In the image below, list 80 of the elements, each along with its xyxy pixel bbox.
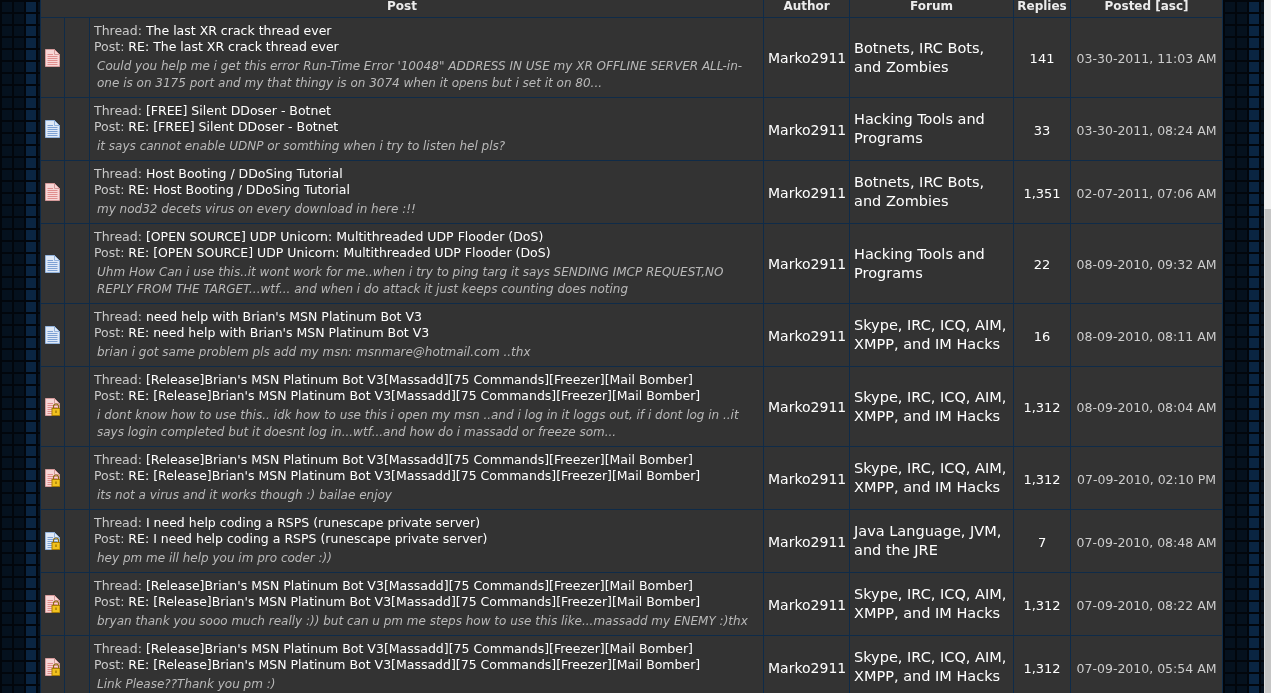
post-link[interactable]: RE: [Release]Brian's MSN Platinum Bot V3[Massadd][75 Commands][Freezer][Mail Bomber] [128,594,701,609]
post-preview: i dont know how to use this.. idk how to use this i open my msn ..and i log in it loggs out, if i dont log in ..it says login completed but it doesnt log in...wtf...and how do i massadd or freeze som... [96,407,740,441]
post-label: Post: [94,182,125,197]
reply-count: 1,312 [1023,471,1061,487]
thread-link[interactable]: Host Booting / DDoSing Tutorial [145,166,343,181]
post-link[interactable]: RE: Host Booting / DDoSing Tutorial [128,182,350,197]
post-date: 03-30-2011, 11:03 AM [1076,51,1217,66]
scrollbar[interactable] [1264,0,1271,693]
post-preview: bryan thank you sooo much really :)) but can u pm me steps how to use this like...massadd my ENEMY :)thx [96,613,749,630]
post-date: 08-09-2010, 09:32 AM [1076,257,1217,272]
post-date: 03-30-2011, 08:24 AM [1076,122,1217,138]
column-header[interactable]: Posted [asc] [1070,0,1223,18]
post-label: Post: [94,39,125,54]
post-link[interactable]: RE: [Release]Brian's MSN Platinum Bot V3[Massadd][75 Commands][Freezer][Mail Bomber] [128,657,701,672]
post-link[interactable]: RE: [OPEN SOURCE] UDP Unicorn: Multithreaded UDP Flooder (DoS) [128,245,551,260]
thread-label: Thread: [94,452,142,467]
author-link[interactable]: Marko2911 [768,50,847,66]
author-link[interactable]: Marko2911 [768,399,847,415]
reply-count: 1,312 [1023,597,1061,613]
post-preview: it says cannot enable UDNP or somthing when i try to listen hel pls? [96,138,507,155]
post-preview: Link Please??Thank you pm :) [96,676,277,693]
thread-link[interactable]: The last XR crack thread ever [145,23,332,38]
thread-label: Thread: [94,515,142,530]
post-link[interactable]: RE: [Release]Brian's MSN Platinum Bot V3[Massadd][75 Commands][Freezer][Mail Bomber] [128,468,701,483]
post-preview: my nod32 decets virus on every download in here :!! [96,201,417,218]
post-date: 02-07-2011, 07:06 AM [1076,185,1217,201]
post-preview: Uhm How Can i use this..it wont work for me..when i try to ping targ it says SENDING IMCP REQUEST,NO REPLY FROM THE TARGET...wtf... and when i do attack it just keeps counting does noting [96,264,725,298]
column-header[interactable]: Post [40,0,764,18]
post-preview: hey pm me ill help you im pro coder :)) [96,550,333,567]
post-date: 08-09-2010, 08:11 AM [1076,328,1217,344]
post-preview: its not a virus and it works though :) bailae enjoy [96,487,393,504]
thread-link[interactable]: need help with Brian's MSN Platinum Bot V3 [145,309,422,324]
thread-link[interactable]: [FREE] Silent DDoser - Botnet [145,103,331,118]
reply-count: 1,312 [1023,400,1061,415]
post-label: Post: [94,657,125,672]
reply-count: 33 [1033,122,1051,138]
thread-label: Thread: [94,309,142,324]
thread-label: Thread: [94,103,142,118]
thread-label: Thread: [94,372,142,387]
post-link[interactable]: RE: The last XR crack thread ever [128,39,339,54]
thread-link[interactable]: I need help coding a RSPS (runescape private server) [145,515,481,530]
scrollbar-thumb[interactable] [1264,209,1271,693]
post-link[interactable]: RE: I need help coding a RSPS (runescape private server) [128,531,488,546]
thread-link[interactable]: [OPEN SOURCE] UDP Unicorn: Multithreaded UDP Flooder (DoS) [145,229,544,244]
post-preview: Could you help me i get this error Run-Time Error '10048" ADDRESS IN USE my XR OFFLINE SERVER ALL-in-one is on 3175 port and my that thingy is on 3074 when it opens but i set it on 80... [96,58,744,92]
post-label: Post: [94,119,125,134]
reply-count: 1,312 [1023,660,1061,676]
post-label: Post: [94,531,125,546]
post-date: 07-09-2010, 05:54 AM [1076,660,1217,676]
thread-label: Thread: [94,641,142,656]
post-date: 08-09-2010, 08:04 AM [1076,400,1217,415]
column-header[interactable]: Forum [849,0,1014,18]
post-label: Post: [94,325,125,340]
thread-label: Thread: [94,578,142,593]
post-date: 07-09-2010, 08:22 AM [1076,597,1217,613]
thread-label: Thread: [94,229,142,244]
post-date: 07-09-2010, 08:48 AM [1076,534,1217,550]
column-header[interactable]: Replies [1013,0,1071,18]
thread-label: Thread: [94,23,142,38]
post-preview: brian i got same problem pls add my msn: msnmare@hotmail.com ..thx [96,344,532,361]
author-link[interactable]: Marko2911 [768,256,847,272]
post-date: 07-09-2010, 02:10 PM [1077,471,1216,487]
post-label: Post: [94,245,125,260]
post-link[interactable]: RE: need help with Brian's MSN Platinum Bot V3 [128,325,430,340]
post-link[interactable]: RE: [FREE] Silent DDoser - Botnet [128,119,339,134]
thread-link[interactable]: [Release]Brian's MSN Platinum Bot V3[Massadd][75 Commands][Freezer][Mail Bomber] [145,578,693,593]
post-link[interactable]: RE: [Release]Brian's MSN Platinum Bot V3[Massadd][75 Commands][Freezer][Mail Bomber] [128,388,701,403]
reply-count: 7 [1037,534,1047,550]
thread-link[interactable]: [Release]Brian's MSN Platinum Bot V3[Massadd][75 Commands][Freezer][Mail Bomber] [145,372,693,387]
reply-count: 1,351 [1023,185,1061,201]
column-header[interactable]: Author [763,0,850,18]
post-label: Post: [94,594,125,609]
thread-link[interactable]: [Release]Brian's MSN Platinum Bot V3[Massadd][75 Commands][Freezer][Mail Bomber] [145,641,693,656]
thread-link[interactable]: [Release]Brian's MSN Platinum Bot V3[Massadd][75 Commands][Freezer][Mail Bomber] [145,452,693,467]
reply-count: 141 [1029,51,1055,66]
post-label: Post: [94,388,125,403]
reply-count: 22 [1033,257,1051,272]
thread-label: Thread: [94,166,142,181]
post-label: Post: [94,468,125,483]
reply-count: 16 [1033,328,1051,344]
